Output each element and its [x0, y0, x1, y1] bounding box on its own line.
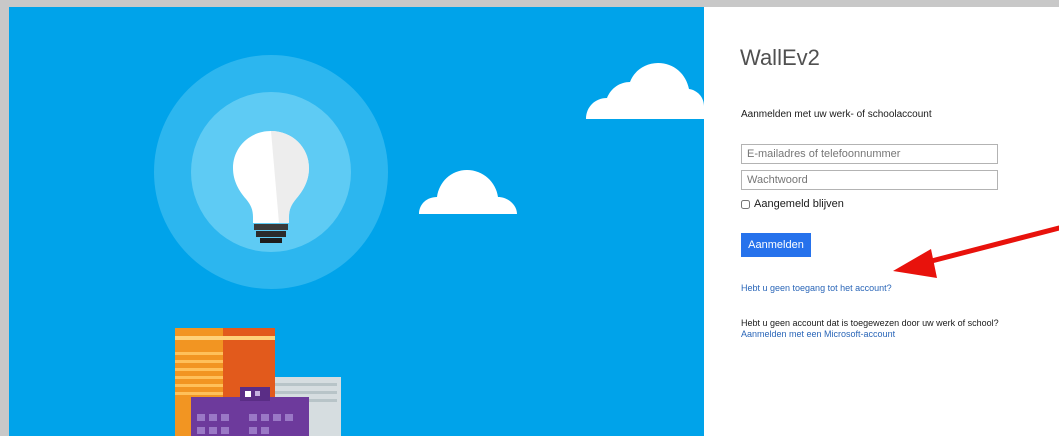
no-account-text: Hebt u geen account dat is toegewezen do…	[741, 318, 999, 328]
email-field[interactable]	[741, 144, 998, 164]
no-access-link[interactable]: Hebt u geen toegang tot het account?	[741, 283, 892, 293]
remember-me-label: Aangemeld blijven	[754, 198, 844, 210]
remember-me-checkbox[interactable]	[741, 199, 750, 209]
signin-heading: Aanmelden met uw werk- of schoolaccount	[741, 109, 932, 120]
app-title: WallEv2	[740, 45, 820, 70]
signin-button[interactable]: Aanmelden	[741, 233, 811, 257]
cloud-icon	[419, 170, 517, 214]
password-field[interactable]	[741, 170, 998, 190]
city-buildings-icon	[175, 328, 341, 436]
signin-panel: WallEv2 Aanmelden met uw werk- of school…	[704, 7, 1059, 436]
lightbulb-icon	[154, 55, 388, 289]
microsoft-account-link[interactable]: Aanmelden met een Microsoft-account	[741, 329, 895, 339]
cloud-icon-large	[586, 63, 704, 119]
login-page: WallEv2 Aanmelden met uw werk- of school…	[9, 7, 1059, 436]
hero-svg	[154, 55, 704, 436]
hero-illustration	[9, 7, 704, 436]
remember-me[interactable]: Aangemeld blijven	[741, 198, 844, 210]
